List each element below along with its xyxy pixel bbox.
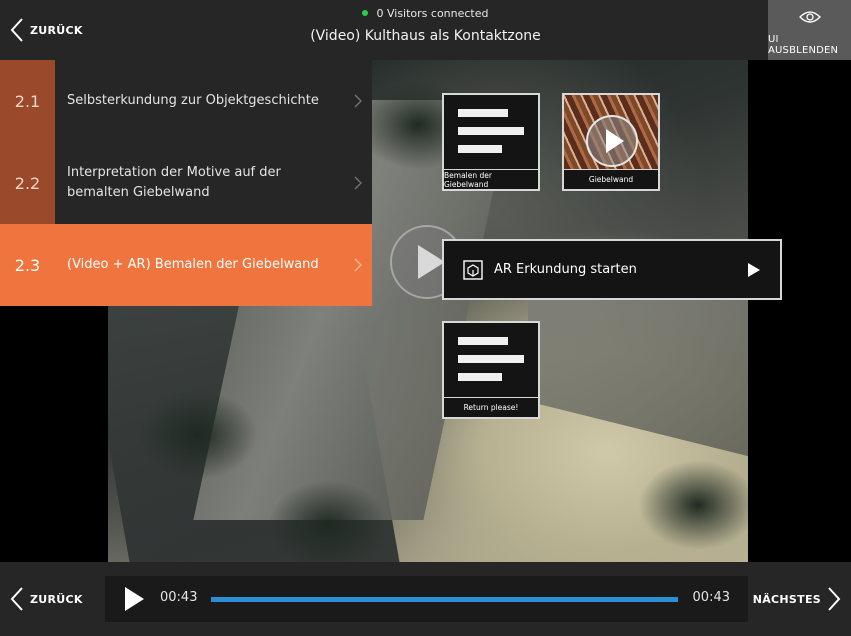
eye-icon bbox=[798, 11, 821, 23]
chapter-number: 2.2 bbox=[0, 142, 55, 224]
chapter-list: 2.1 Selbsterkundung zur Objektgeschichte… bbox=[0, 60, 372, 306]
chapter-number: 2.3 bbox=[0, 224, 55, 306]
chevron-right-icon bbox=[828, 587, 841, 611]
ar-start-button[interactable]: AR Erkundung starten bbox=[442, 239, 782, 300]
video-scene-shape bbox=[638, 460, 748, 550]
video-player-controls: 00:43 00:43 bbox=[105, 576, 748, 622]
chevron-left-icon bbox=[10, 587, 23, 611]
online-dot-icon bbox=[362, 10, 369, 16]
chapter-label: Selbsterkundung zur Objektgeschichte bbox=[67, 93, 319, 108]
play-icon bbox=[748, 262, 760, 277]
next-label: NÄCHSTES bbox=[752, 592, 821, 606]
chapter-number: 2.1 bbox=[0, 60, 55, 142]
chapter-label: Interpretation der Motive auf der bemalt… bbox=[67, 165, 281, 200]
visitors-text: 0 Visitors connected bbox=[376, 7, 489, 20]
video-scene-shape bbox=[268, 480, 388, 562]
back-button-bottom[interactable]: ZURÜCK bbox=[10, 586, 83, 612]
bottom-bar: ZURÜCK 00:43 00:43 NÄCHSTES bbox=[0, 562, 851, 636]
chevron-right-icon bbox=[354, 176, 362, 190]
video-scene-shape bbox=[138, 390, 258, 480]
visitors-status: 0 Visitors connected bbox=[0, 7, 851, 20]
next-button[interactable]: NÄCHSTES bbox=[753, 586, 841, 612]
progress-bar[interactable] bbox=[211, 597, 678, 602]
chevron-right-icon bbox=[354, 258, 362, 272]
progress-fill bbox=[211, 597, 678, 602]
chapter-item-2-1[interactable]: 2.1 Selbsterkundung zur Objektgeschichte bbox=[0, 60, 372, 142]
chapter-item-2-3[interactable]: 2.3 (Video + AR) Bemalen der Giebelwand bbox=[0, 224, 372, 306]
back-label: ZURÜCK bbox=[30, 592, 83, 606]
media-tile-giebelwand[interactable]: Giebelwand bbox=[562, 93, 660, 191]
ar-start-label: AR Erkundung starten bbox=[494, 262, 637, 277]
media-tile-bemalen[interactable]: Bemalen der Giebelwand bbox=[442, 93, 540, 191]
ar-cube-icon bbox=[463, 259, 483, 280]
tile-caption: Return please! bbox=[444, 397, 538, 417]
text-document-icon bbox=[458, 337, 524, 391]
chapter-label: (Video + AR) Bemalen der Giebelwand bbox=[67, 257, 319, 272]
media-tile-return[interactable]: Return please! bbox=[442, 321, 540, 419]
top-bar: ZURÜCK 0 Visitors connected (Video) Kult… bbox=[0, 0, 851, 60]
play-icon bbox=[586, 115, 638, 167]
ui-hide-label: UI AUSBLENDEN bbox=[768, 34, 839, 56]
ui-hide-button[interactable]: UI AUSBLENDEN bbox=[768, 0, 851, 60]
tile-caption: Giebelwand bbox=[564, 169, 658, 189]
play-pause-button[interactable] bbox=[123, 585, 145, 613]
page-title: (Video) Kulthaus als Kontaktzone bbox=[310, 28, 541, 44]
chapter-item-2-2[interactable]: 2.2 Interpretation der Motive auf der be… bbox=[0, 142, 372, 224]
chevron-right-icon bbox=[354, 94, 362, 108]
duration: 00:43 bbox=[692, 590, 730, 605]
tile-caption: Bemalen der Giebelwand bbox=[444, 169, 538, 189]
current-time: 00:43 bbox=[160, 590, 198, 605]
video-stage: 2.1 Selbsterkundung zur Objektgeschichte… bbox=[0, 60, 851, 562]
text-document-icon bbox=[458, 109, 524, 163]
